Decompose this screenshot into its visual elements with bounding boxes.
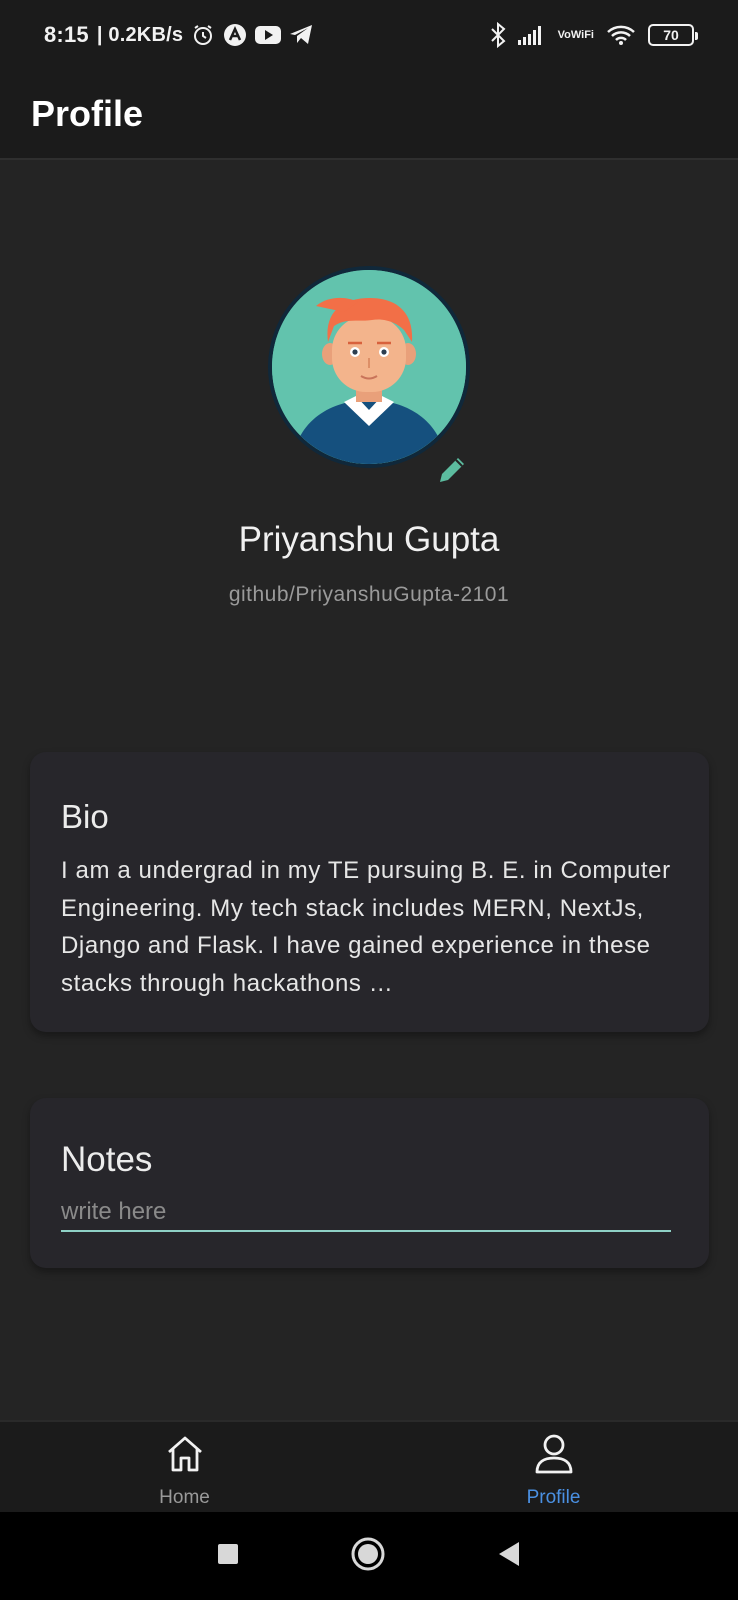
recents-icon[interactable] <box>216 1542 240 1571</box>
notes-title: Notes <box>61 1140 153 1179</box>
alarm-icon <box>191 23 215 47</box>
vowifi-top: Vo <box>557 28 571 41</box>
person-icon <box>532 1432 576 1481</box>
bio-text: I am a undergrad in my TE pursuing B. E.… <box>61 857 671 997</box>
profile-screen: 8:15 | 0.2KB/s Vo WiFi 70 Profile Priyan… <box>0 0 738 1600</box>
bio-title: Bio <box>61 798 109 835</box>
wifi-icon <box>606 24 636 46</box>
status-bar: 8:15 | 0.2KB/s Vo WiFi 70 <box>0 0 738 70</box>
status-right: Vo WiFi 70 <box>490 22 698 48</box>
bottom-nav: Home Profile <box>0 1420 738 1512</box>
status-left: 8:15 | 0.2KB/s <box>44 22 313 48</box>
signal-icon <box>517 25 546 45</box>
youtube-icon <box>255 25 282 45</box>
system-nav-bar <box>0 1512 738 1600</box>
edit-pencil-icon[interactable] <box>434 452 470 488</box>
profile-name: Priyanshu Gupta <box>238 520 500 559</box>
network-speed: | 0.2KB/s <box>96 23 184 46</box>
battery-indicator: 70 <box>648 24 698 46</box>
bluetooth-icon <box>490 22 506 48</box>
notes-card: Notes <box>30 1098 709 1268</box>
nav-label-profile: Profile <box>526 1487 581 1508</box>
battery-level: 70 <box>663 27 679 43</box>
nav-item-profile[interactable]: Profile <box>369 1422 738 1512</box>
status-time: 8:15 <box>44 22 89 47</box>
app-bar: Profile <box>0 70 738 160</box>
back-icon[interactable] <box>496 1540 522 1573</box>
telegram-icon <box>289 24 313 46</box>
avatar[interactable] <box>268 266 470 468</box>
nav-item-home[interactable]: Home <box>0 1422 369 1512</box>
notes-input[interactable] <box>61 1194 671 1232</box>
vowifi-indicator: Vo WiFi <box>557 28 594 41</box>
nav-label-home: Home <box>159 1487 210 1508</box>
home-icon <box>163 1432 207 1481</box>
home-button-icon[interactable] <box>350 1536 386 1577</box>
avatar-container <box>268 266 470 482</box>
vowifi-bottom: WiFi <box>570 28 594 41</box>
app-a-icon <box>223 23 247 47</box>
github-handle[interactable]: github/PriyanshuGupta-2101 <box>0 583 738 607</box>
page-title: Profile <box>31 93 144 134</box>
bio-card: Bio I am a undergrad in my TE pursuing B… <box>30 752 709 1032</box>
